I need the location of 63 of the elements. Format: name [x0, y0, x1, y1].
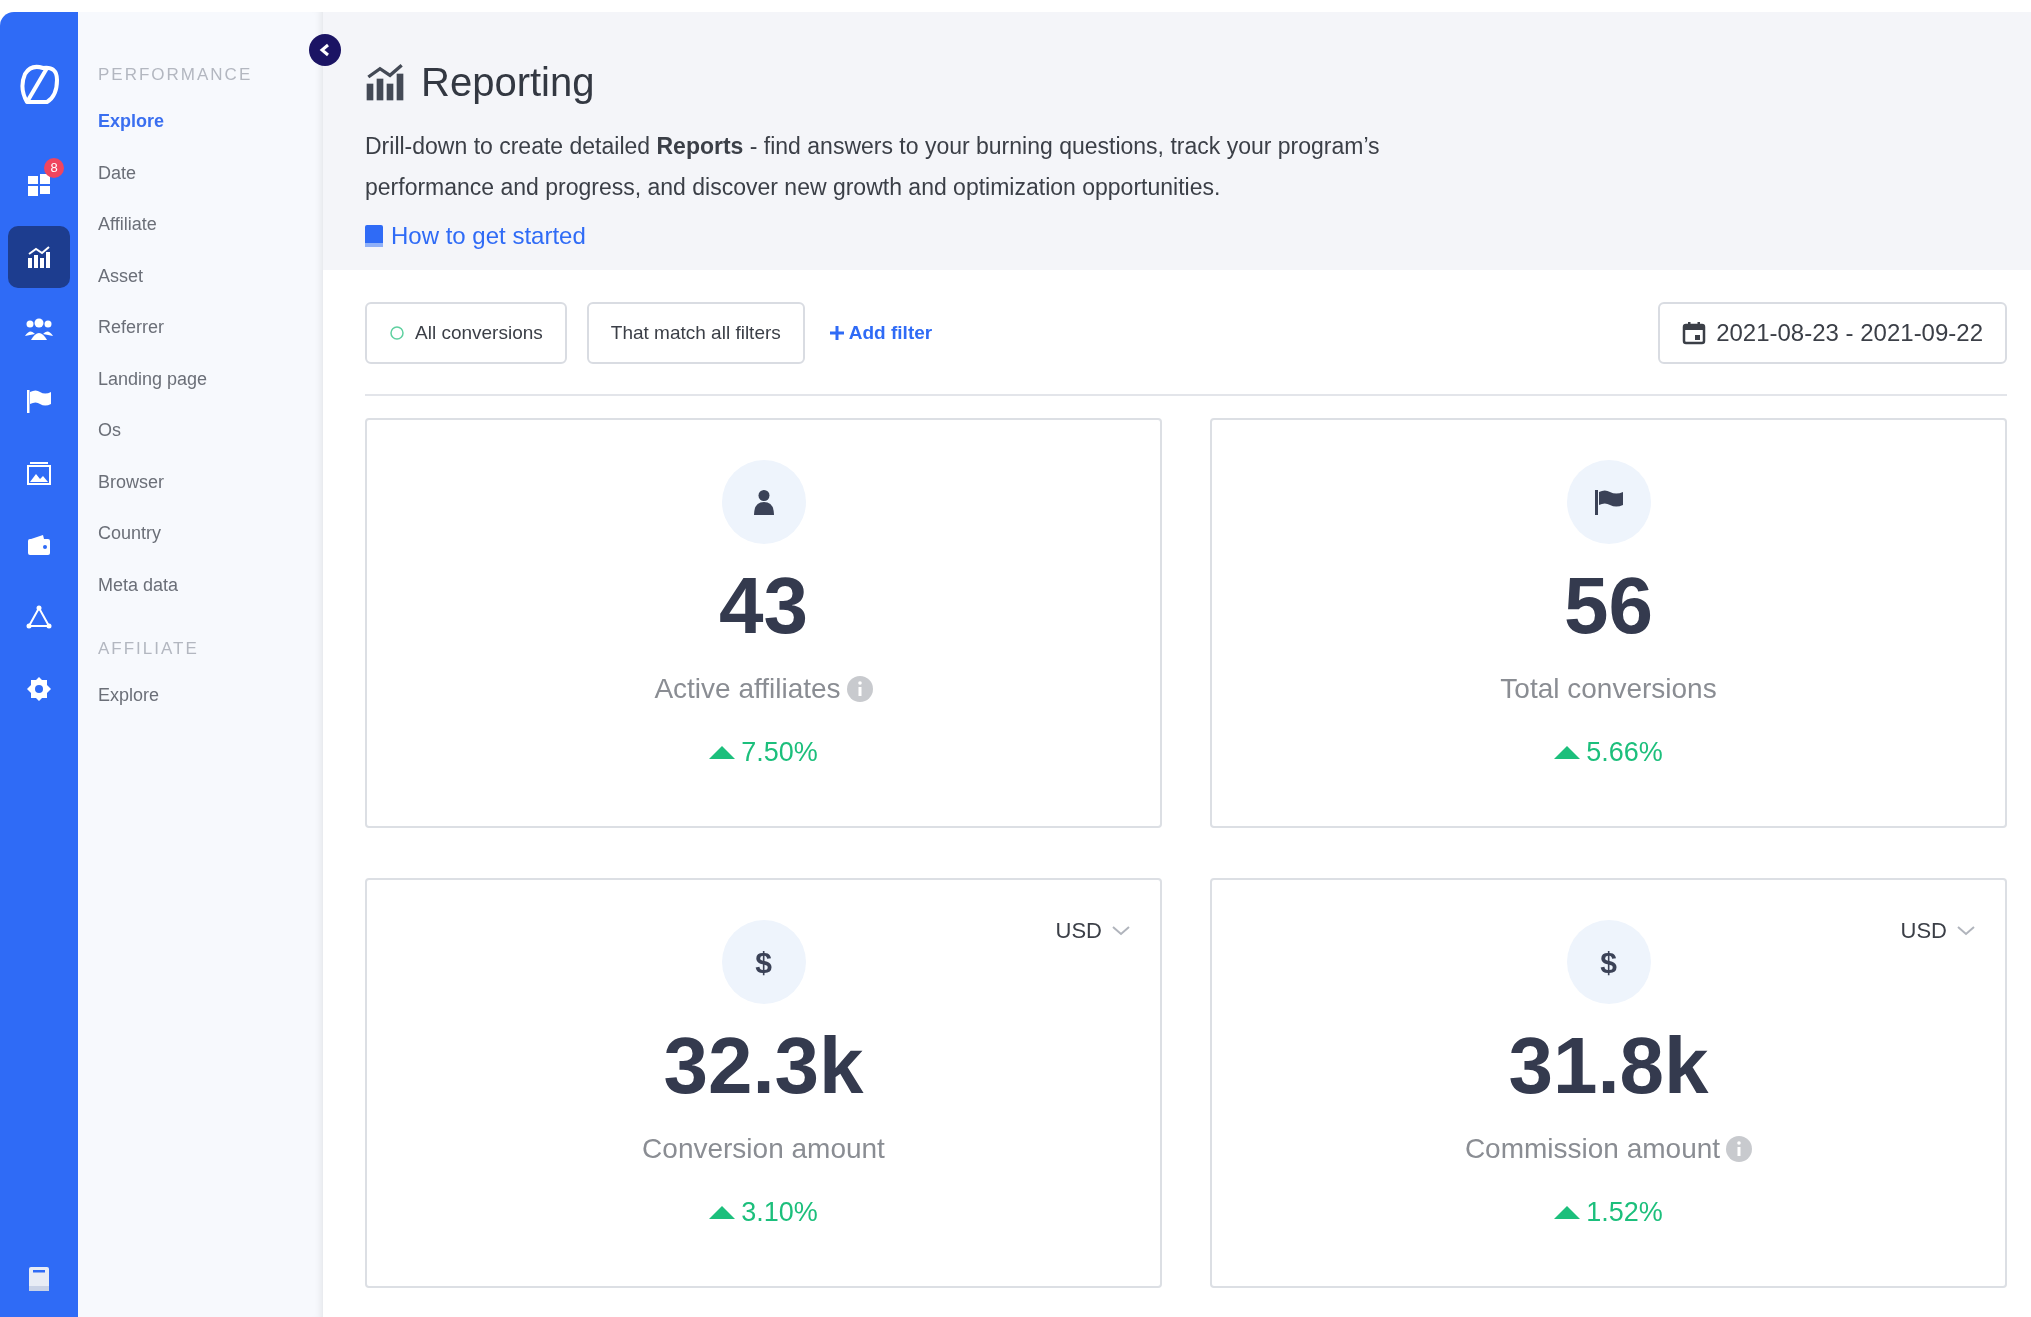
chart-icon — [365, 63, 405, 101]
change-percent: 7.50% — [741, 736, 818, 769]
sidebar-item[interactable]: Country — [98, 520, 162, 546]
metric-label: Conversion amount — [642, 1132, 885, 1166]
metric-value: 43 — [719, 560, 808, 652]
calendar-icon — [1682, 321, 1707, 345]
book-icon — [365, 225, 383, 247]
sidebar-item[interactable]: Affiliate — [98, 211, 157, 237]
date-range-button[interactable]: 2021-08-23 - 2021-09-22 — [1658, 302, 2007, 364]
change-percent: 3.10% — [741, 1196, 818, 1229]
sidebar-item[interactable]: Meta data — [98, 571, 179, 598]
trend-up-icon — [1554, 745, 1581, 760]
metric-label: Total conversions — [1500, 672, 1717, 706]
flag-icon — [26, 389, 52, 413]
sidebar-item[interactable]: Landing page — [98, 365, 208, 392]
sidebar-item[interactable]: Referrer — [98, 314, 164, 340]
metric-label: Active affiliates — [654, 672, 841, 706]
plus-icon — [828, 325, 845, 341]
book-icon — [29, 1267, 49, 1291]
chevron-down-icon — [1112, 925, 1130, 936]
sidebar-item[interactable]: Explore — [98, 681, 160, 708]
chart-icon — [27, 246, 51, 268]
sidebar-item[interactable]: Browser — [98, 468, 164, 495]
section-title: AFFILIATE — [98, 637, 200, 660]
notification-badge: 8 — [44, 158, 64, 178]
metric-label: Commission amount — [1464, 1132, 1721, 1166]
conversions-button[interactable]: All conversions — [365, 302, 567, 364]
trend-up-icon — [1554, 1205, 1581, 1220]
trend-up-icon — [709, 1205, 736, 1220]
sidebar-item[interactable]: Date — [98, 159, 137, 186]
settings-icon — [27, 677, 51, 701]
change-percent: 1.52% — [1586, 1196, 1663, 1229]
currency-dropdown[interactable]: USD — [1055, 914, 1130, 947]
wallet-icon — [27, 534, 51, 556]
trend-up-icon — [709, 745, 736, 760]
users-icon — [25, 318, 53, 340]
collapse-button[interactable] — [309, 34, 341, 66]
currency-dropdown[interactable]: USD — [1900, 914, 1975, 947]
change-percent: 5.66% — [1586, 736, 1663, 769]
currency-symbol: $ — [1600, 944, 1617, 981]
person-icon — [752, 489, 775, 515]
metric-value: 31.8k — [1508, 1020, 1709, 1112]
chevron-left-icon — [319, 43, 331, 57]
metric-value: 32.3k — [663, 1020, 864, 1112]
add-filter-button[interactable]: Add filter — [828, 318, 933, 348]
flag-icon — [1593, 489, 1624, 515]
chevron-down-icon — [1957, 925, 1975, 936]
dashboard-icon — [27, 173, 51, 197]
rail-button[interactable] — [8, 226, 70, 288]
image-icon — [27, 461, 51, 485]
sidebar-item[interactable]: Os — [98, 417, 121, 443]
circle-icon — [389, 325, 405, 341]
rail-button[interactable]: 8 — [8, 154, 70, 216]
page-description: Drill-down to create detailed Reports - find answers to your burning questions, track your program’s performance and progress, and discover new growth and optimization opportunities. — [365, 132, 1381, 202]
help-link[interactable]: How to get started — [365, 218, 586, 254]
currency-symbol: $ — [755, 944, 772, 981]
metric-value: 56 — [1564, 560, 1653, 652]
sidebar-item[interactable]: Asset — [98, 262, 144, 289]
network-icon — [26, 605, 52, 629]
section-title: PERFORMANCE — [98, 64, 254, 86]
page-title: Reporting — [421, 59, 595, 106]
match-filters-button[interactable]: That match all filters — [586, 302, 805, 364]
sidebar-item[interactable]: Explore — [98, 108, 165, 134]
